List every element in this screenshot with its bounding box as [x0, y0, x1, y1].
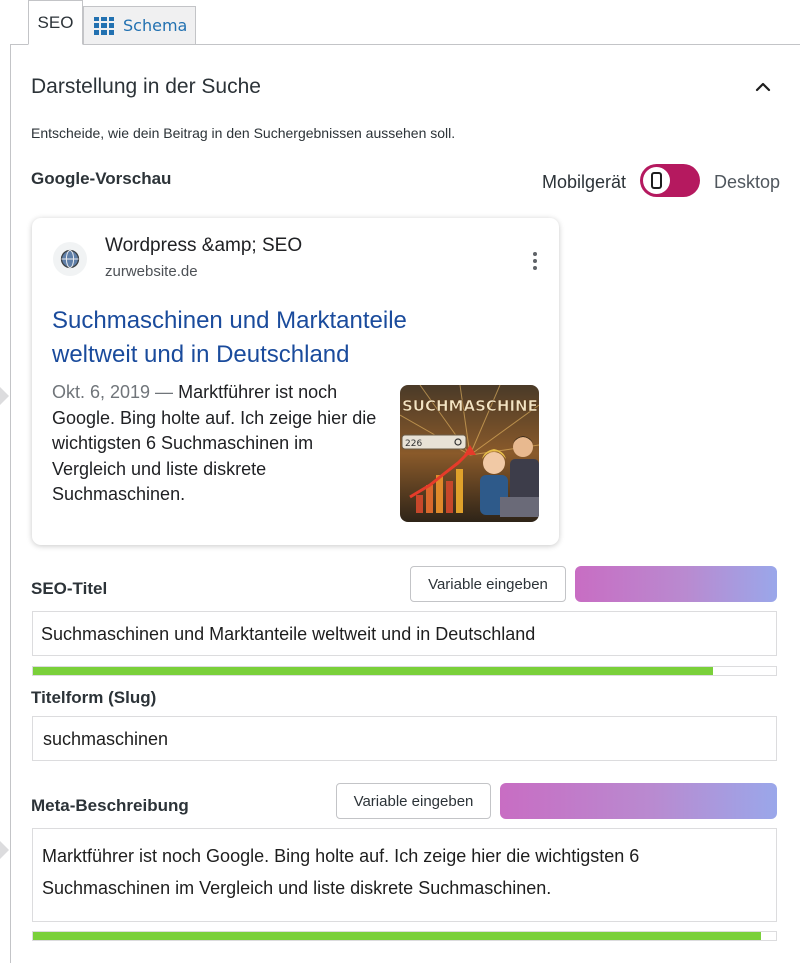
site-url: zurwebsite.de	[105, 263, 198, 280]
serp-title[interactable]: Suchmaschinen und Marktanteile weltweit …	[52, 304, 492, 372]
grid-icon	[94, 16, 114, 35]
section-title: Darstellung in der Suche	[31, 75, 261, 98]
globe-icon	[53, 242, 87, 276]
more-options-icon[interactable]	[533, 252, 537, 270]
seo-title-progress-fill	[33, 667, 713, 675]
tab-schema[interactable]: Schema	[83, 6, 196, 45]
thumbnail-search-text: 226	[405, 439, 422, 449]
seo-title-ai-button[interactable]	[575, 566, 777, 602]
tab-seo-label: SEO	[37, 12, 74, 32]
tab-bar: SEO Schema	[28, 0, 208, 45]
mobile-label[interactable]: Mobilgerät	[542, 172, 626, 193]
site-name: Wordpress &amp; SEO	[105, 235, 303, 256]
seo-title-variable-button[interactable]: Variable eingeben	[410, 566, 566, 602]
section-description: Entscheide, wie dein Beitrag in den Such…	[31, 125, 456, 141]
meta-description-input[interactable]: Marktführer ist noch Google. Bing holte …	[32, 828, 777, 922]
slug-input[interactable]: suchmaschinen	[32, 716, 777, 761]
meta-description-label: Meta-Beschreibung	[31, 796, 189, 815]
collapse-arrow-icon-2	[0, 841, 9, 859]
tab-schema-label: Schema	[123, 16, 188, 35]
collapse-arrow-icon	[0, 387, 9, 405]
thumbnail-title: SUCHMASCHINEN	[402, 397, 539, 415]
thumbnail-image: SUCHMASCHINEN 226	[400, 385, 539, 522]
seo-title-label: SEO-Titel	[31, 579, 108, 598]
desktop-label[interactable]: Desktop	[714, 172, 780, 193]
serp-date: Okt. 6, 2019 —	[52, 382, 174, 402]
device-toggle[interactable]	[640, 164, 700, 197]
meta-ai-button[interactable]	[500, 783, 777, 819]
meta-description-progress-fill	[33, 932, 762, 940]
google-preview-label: Google-Vorschau	[31, 169, 172, 188]
google-preview-card: Wordpress &amp; SEO zurwebsite.de Suchma…	[32, 218, 559, 545]
seo-title-input[interactable]: Suchmaschinen und Marktanteile weltweit …	[32, 611, 777, 656]
seo-title-progress	[32, 666, 777, 676]
toggle-knob	[643, 167, 670, 194]
smartphone-icon	[651, 172, 662, 189]
meta-variable-button[interactable]: Variable eingeben	[336, 783, 491, 819]
meta-description-progress	[32, 931, 777, 941]
slug-label: Titelform (Slug)	[31, 688, 157, 707]
tab-seo[interactable]: SEO	[28, 0, 83, 45]
serp-snippet: Okt. 6, 2019 — Marktführer ist noch Goog…	[52, 380, 392, 508]
chevron-up-icon[interactable]	[754, 78, 772, 96]
